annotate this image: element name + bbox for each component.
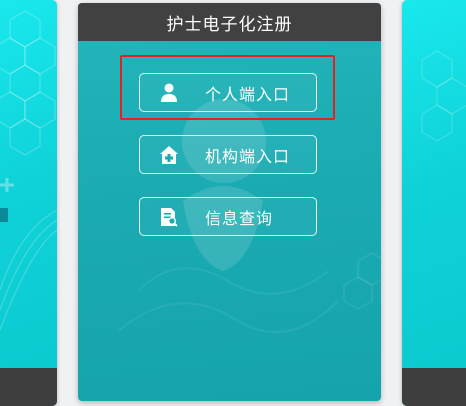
info-query-label: 信息查询: [205, 208, 274, 228]
personal-entry-label: 个人端入口: [205, 84, 291, 104]
card-header: 护士电子化注册: [78, 3, 381, 41]
card-title: 护士电子化注册: [166, 14, 293, 35]
institution-entry-button[interactable]: 机构端入口: [139, 135, 317, 174]
document-search-icon: [159, 207, 179, 227]
hexagon-pattern: [421, 50, 466, 142]
left-card-footer: [0, 368, 57, 406]
hexagon-pattern: [0, 10, 57, 331]
institution-entry-label: 机构端入口: [205, 146, 291, 166]
info-query-button[interactable]: 信息查询: [139, 197, 317, 236]
nurse-registration-card: 护士电子化注册 个人端入口 机构端入口 信息查询: [78, 3, 381, 401]
right-card-footer: [402, 368, 466, 406]
personal-entry-button[interactable]: 个人端入口: [139, 73, 317, 112]
right-card-partial[interactable]: [402, 0, 466, 406]
left-card-partial[interactable]: [0, 0, 57, 406]
hospital-icon: [159, 145, 179, 165]
person-icon: [159, 83, 179, 103]
